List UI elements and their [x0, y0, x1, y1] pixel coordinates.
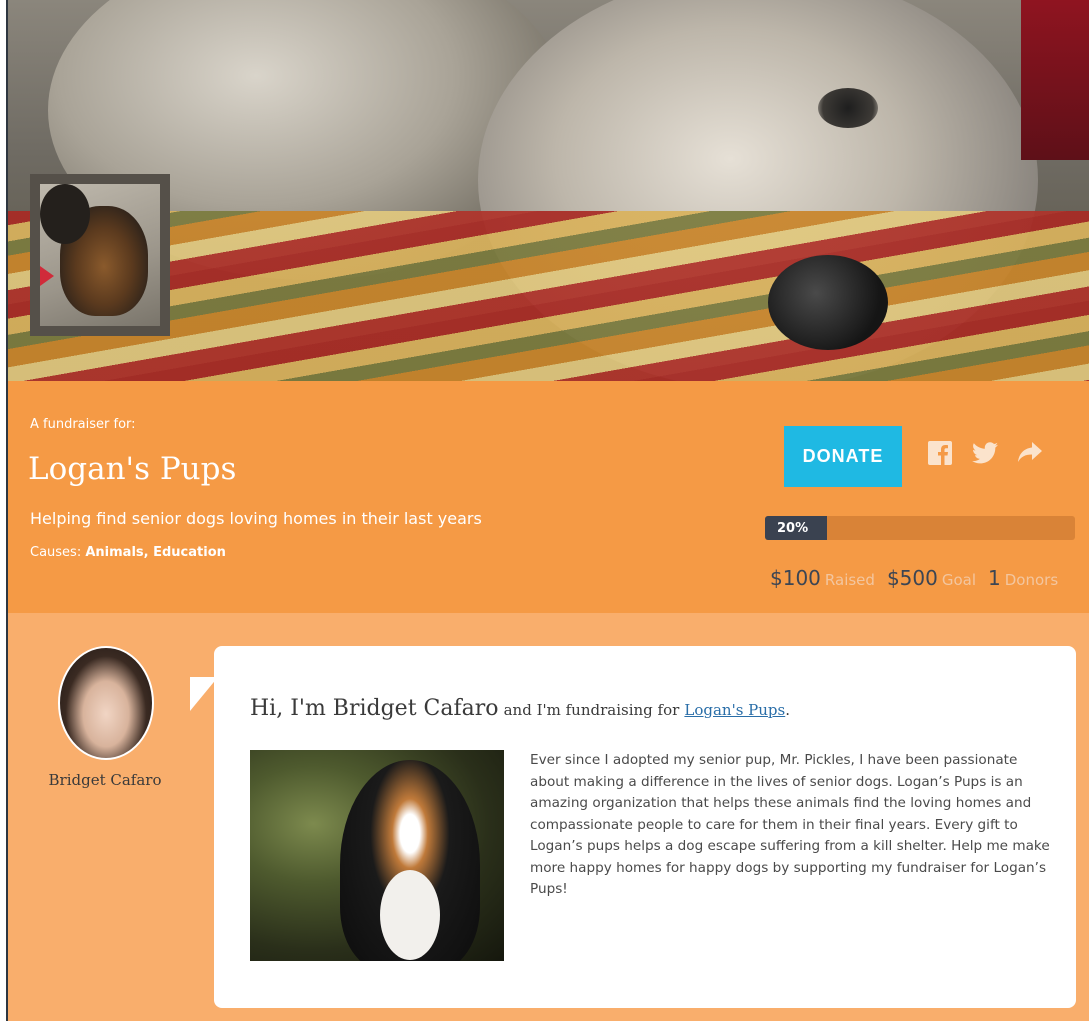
- donors-value: 1: [988, 566, 1001, 590]
- donate-button[interactable]: DONATE: [784, 426, 902, 487]
- story-photo: [250, 750, 504, 961]
- story-body: Ever since I adopted my senior pup, Mr. …: [530, 752, 1050, 897]
- causes-value: Animals, Education: [85, 545, 226, 560]
- goal-label: Goal: [941, 571, 977, 589]
- donors-stat: 1 Donors: [988, 566, 1058, 590]
- raised-stat: $100 Raised: [770, 566, 875, 590]
- goal-value: $500: [886, 566, 938, 590]
- story-heading: Hi, I'm Bridget Cafaro and I'm fundraisi…: [250, 696, 790, 721]
- organization-avatar: [30, 174, 170, 336]
- story-connector: and I'm fundraising for: [503, 701, 680, 719]
- story-section: Bridget Cafaro Hi, I'm Bridget Cafaro an…: [8, 613, 1089, 1021]
- fundraiser-name[interactable]: Bridget Cafaro: [28, 771, 182, 789]
- story-card: Hi, I'm Bridget Cafaro and I'm fundraisi…: [214, 646, 1076, 1008]
- twitter-icon[interactable]: [972, 442, 998, 468]
- fundraiser-stats: $100 Raised $500 Goal 1 Donors: [770, 566, 1058, 590]
- story-greeting: Hi, I'm Bridget Cafaro: [250, 696, 499, 721]
- facebook-icon[interactable]: [928, 441, 952, 469]
- share-icons: [928, 441, 1042, 469]
- hero-dog-nose: [768, 255, 888, 350]
- fundraiser-avatar[interactable]: [58, 646, 154, 760]
- organization-tagline: Helping find senior dogs loving homes in…: [30, 509, 482, 528]
- fundraiser-header: A fundraiser for: Logan's Pups Helping f…: [8, 381, 1089, 613]
- organization-link[interactable]: Logan's Pups: [684, 701, 785, 719]
- story-period: .: [785, 701, 791, 719]
- progress-bar: 20%: [765, 516, 1075, 540]
- fundraiser-for-label: A fundraiser for:: [30, 417, 136, 432]
- progress-fill: 20%: [765, 516, 827, 540]
- organization-title: Logan's Pups: [28, 451, 237, 487]
- causes-line: Causes: Animals, Education: [30, 545, 226, 560]
- goal-stat: $500 Goal: [887, 566, 976, 590]
- hero-banner-image: [8, 0, 1089, 381]
- story-photo-dog-chest: [380, 870, 440, 960]
- donors-label: Donors: [1004, 571, 1059, 589]
- hero-blanket: [8, 211, 1089, 381]
- raised-label: Raised: [824, 571, 875, 589]
- share-arrow-icon[interactable]: [1018, 442, 1042, 468]
- causes-label: Causes:: [30, 545, 82, 560]
- hero-red-corner: [1021, 0, 1089, 160]
- hero-dog-eye: [818, 88, 878, 128]
- organization-avatar-image: [40, 184, 160, 326]
- progress-percent-label: 20%: [777, 520, 809, 536]
- avatar-red-marker: [40, 266, 54, 286]
- raised-value: $100: [770, 566, 821, 590]
- page-frame: A fundraiser for: Logan's Pups Helping f…: [6, 0, 1089, 1021]
- avatar-dog-ear: [40, 184, 90, 244]
